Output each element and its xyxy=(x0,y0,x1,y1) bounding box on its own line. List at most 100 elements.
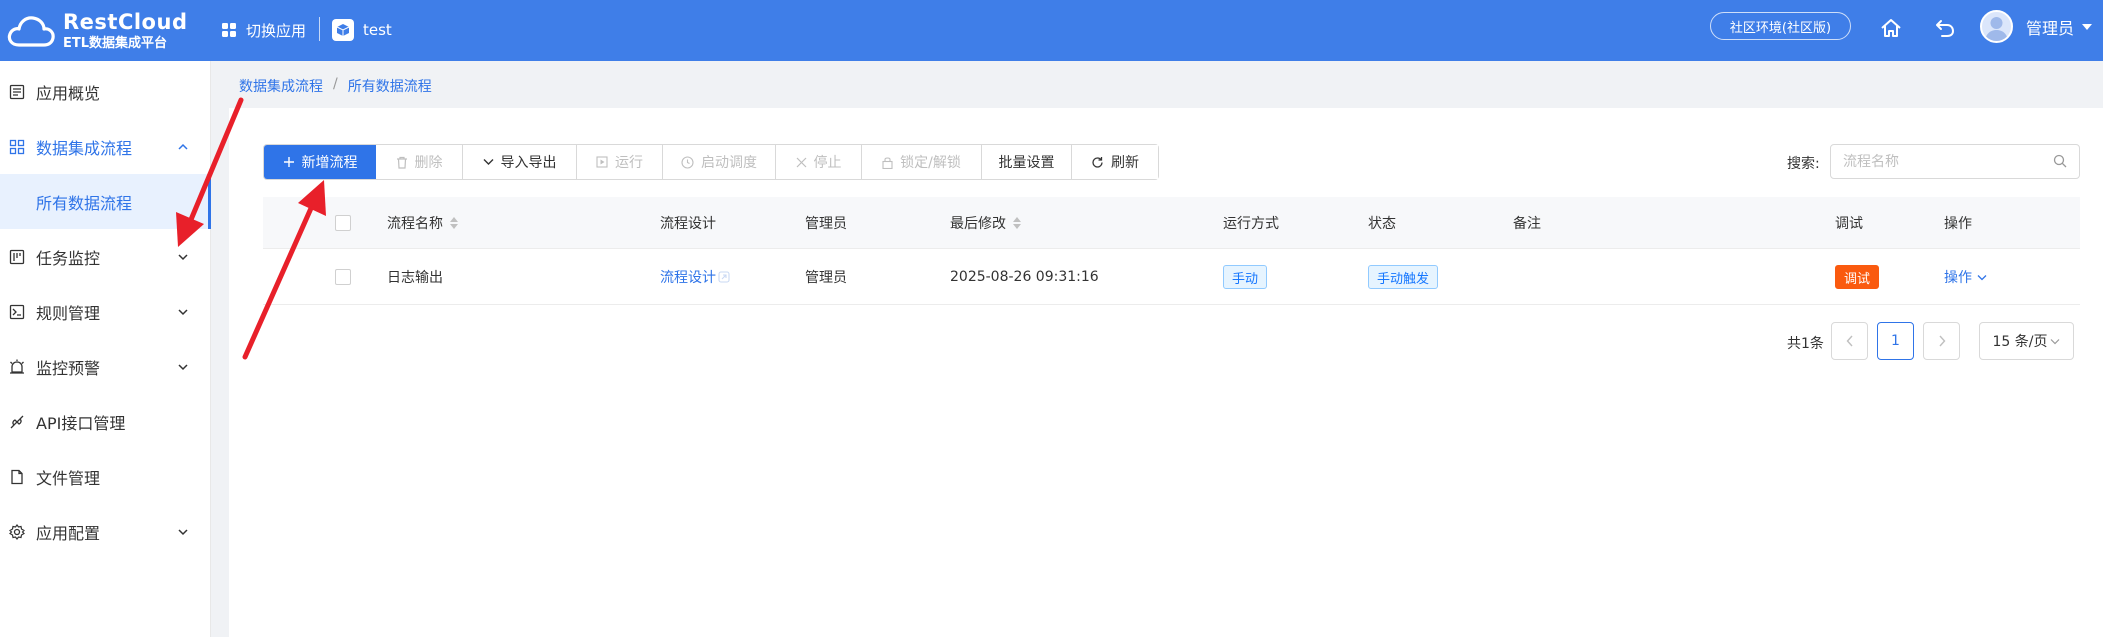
chevron-right-icon xyxy=(1938,335,1945,347)
select-all-checkbox[interactable] xyxy=(335,197,351,248)
column-header-run-mode: 运行方式 xyxy=(1223,215,1279,232)
flow-admin: 管理员 xyxy=(805,270,847,286)
sort-icon[interactable] xyxy=(1013,216,1021,229)
column-header-modified[interactable]: 最后修改 xyxy=(950,197,1021,248)
schedule-button[interactable]: 启动调度 xyxy=(663,145,776,179)
chevron-down-icon xyxy=(178,308,188,315)
run-label: 运行 xyxy=(615,155,643,171)
sidebar-item-data-integration[interactable]: 数据集成流程 xyxy=(0,119,211,174)
sidebar-item-label: 文件管理 xyxy=(36,468,101,488)
flow-design-link[interactable]: 流程设计 xyxy=(660,250,730,304)
sidebar-item-label: 数据集成流程 xyxy=(36,138,133,158)
column-header-debug: 调试 xyxy=(1835,215,1863,232)
stop-button[interactable]: 停止 xyxy=(776,145,862,179)
current-app[interactable]: test xyxy=(332,15,392,45)
page-size-select[interactable]: 15 条/页 xyxy=(1979,322,2074,360)
sidebar-item-rules[interactable]: 规则管理 xyxy=(0,284,211,339)
chevron-down-icon xyxy=(178,253,188,260)
refresh-button[interactable]: 刷新 xyxy=(1072,145,1158,179)
sidebar-item-alerts[interactable]: 监控预警 xyxy=(0,339,211,394)
sidebar-item-label: 应用概览 xyxy=(36,83,101,103)
chevron-left-icon xyxy=(1846,335,1853,347)
header-divider xyxy=(319,17,320,41)
lock-unlock-label: 锁定/解锁 xyxy=(900,155,961,171)
breadcrumb-parent[interactable]: 数据集成流程 xyxy=(239,76,323,96)
home-icon[interactable] xyxy=(1876,13,1906,43)
page-button-1[interactable]: 1 xyxy=(1877,322,1914,360)
sidebar-item-files[interactable]: 文件管理 xyxy=(0,449,211,504)
status-cell: 手动触发 xyxy=(1368,250,1439,304)
prev-page-button[interactable] xyxy=(1831,322,1868,360)
cube-icon xyxy=(332,19,354,41)
add-flow-label: 新增流程 xyxy=(301,155,358,171)
batch-settings-button[interactable]: 批量设置 xyxy=(982,145,1072,179)
pagination-total: 共1条 xyxy=(1787,336,1824,352)
breadcrumb-current[interactable]: 所有数据流程 xyxy=(348,76,432,96)
import-export-label: 导入导出 xyxy=(500,155,557,171)
column-header-design: 流程设计 xyxy=(660,215,716,232)
search-label: 搜索: xyxy=(1787,156,1820,172)
stop-label: 停止 xyxy=(813,155,842,171)
cloud-logo-icon xyxy=(7,16,55,47)
sidebar-item-label: 规则管理 xyxy=(36,303,101,323)
alarm-icon xyxy=(10,359,24,374)
row-checkbox[interactable] xyxy=(335,250,351,304)
lock-icon xyxy=(882,156,893,169)
sort-icon[interactable] xyxy=(450,216,458,229)
add-flow-button[interactable]: 新增流程 xyxy=(264,145,376,179)
breadcrumb-separator: / xyxy=(333,76,338,92)
undo-icon[interactable] xyxy=(1930,13,1960,43)
flow-modified-time: 2025-08-26 09:31:16 xyxy=(950,269,1099,285)
sidebar-item-task-monitor[interactable]: 任务监控 xyxy=(0,229,211,284)
table-row: 日志输出 流程设计 管理员 2025-08-26 09:31:16 手动 手动触… xyxy=(263,250,2080,305)
monitor-icon xyxy=(9,249,25,264)
run-button[interactable]: 运行 xyxy=(577,145,663,179)
sidebar-item-label: 所有数据流程 xyxy=(36,193,133,213)
user-menu[interactable]: 管理员 xyxy=(2026,15,2093,39)
chevron-down-icon xyxy=(483,158,494,166)
debug-button[interactable]: 调试 xyxy=(1835,265,1880,289)
link-icon xyxy=(718,271,730,283)
main-panel xyxy=(229,108,2103,637)
sidebar-item-label: API接口管理 xyxy=(36,413,126,433)
sidebar-item-all-flows[interactable]: 所有数据流程 xyxy=(0,174,211,229)
lock-unlock-button[interactable]: 锁定/解锁 xyxy=(862,145,982,179)
switch-app-button[interactable]: 切换应用 xyxy=(222,15,306,45)
delete-button[interactable]: 删除 xyxy=(376,145,463,179)
chevron-down-icon xyxy=(2051,338,2060,344)
sidebar-item-settings[interactable]: 应用配置 xyxy=(0,504,211,559)
run-mode-badge: 手动 xyxy=(1223,265,1268,289)
status-badge: 手动触发 xyxy=(1368,265,1439,289)
next-page-button[interactable] xyxy=(1923,322,1960,360)
delete-label: 删除 xyxy=(414,155,443,171)
logo[interactable]: RestCloud ETL数据集成平台 xyxy=(7,4,187,58)
breadcrumb: 数据集成流程 / 所有数据流程 xyxy=(239,76,432,96)
refresh-label: 刷新 xyxy=(1111,155,1139,171)
column-header-name[interactable]: 流程名称 xyxy=(387,197,458,248)
environment-badge[interactable]: 社区环境(社区版) xyxy=(1710,12,1851,40)
column-header-action: 操作 xyxy=(1944,215,1972,232)
app-name: test xyxy=(363,21,392,39)
column-header-note: 备注 xyxy=(1513,215,1541,232)
switch-app-label: 切换应用 xyxy=(246,21,307,40)
apps-icon xyxy=(9,139,25,154)
sidebar-item-overview[interactable]: 应用概览 xyxy=(0,64,211,119)
close-icon xyxy=(796,157,807,168)
chevron-down-icon xyxy=(178,363,188,370)
chevron-down-icon xyxy=(178,528,188,535)
import-export-button[interactable]: 导入导出 xyxy=(463,145,577,179)
plus-icon xyxy=(283,156,295,168)
debug-cell: 调试 xyxy=(1835,250,1880,304)
top-header: RestCloud ETL数据集成平台 切换应用 test 社区环境(社区版) … xyxy=(0,0,2103,61)
action-dropdown[interactable]: 操作 xyxy=(1944,250,1987,304)
chevron-down-icon xyxy=(1977,274,1987,280)
column-header-status: 状态 xyxy=(1368,215,1396,232)
sidebar-item-api[interactable]: API接口管理 xyxy=(0,394,211,449)
search-icon[interactable] xyxy=(2053,154,2067,168)
search-input[interactable] xyxy=(1843,145,2043,178)
schedule-label: 启动调度 xyxy=(701,155,757,171)
sidebar-item-label: 监控预警 xyxy=(36,358,101,378)
avatar-icon[interactable] xyxy=(1980,10,2013,43)
flow-name: 日志输出 xyxy=(387,270,443,286)
search-field[interactable] xyxy=(1830,144,2080,179)
